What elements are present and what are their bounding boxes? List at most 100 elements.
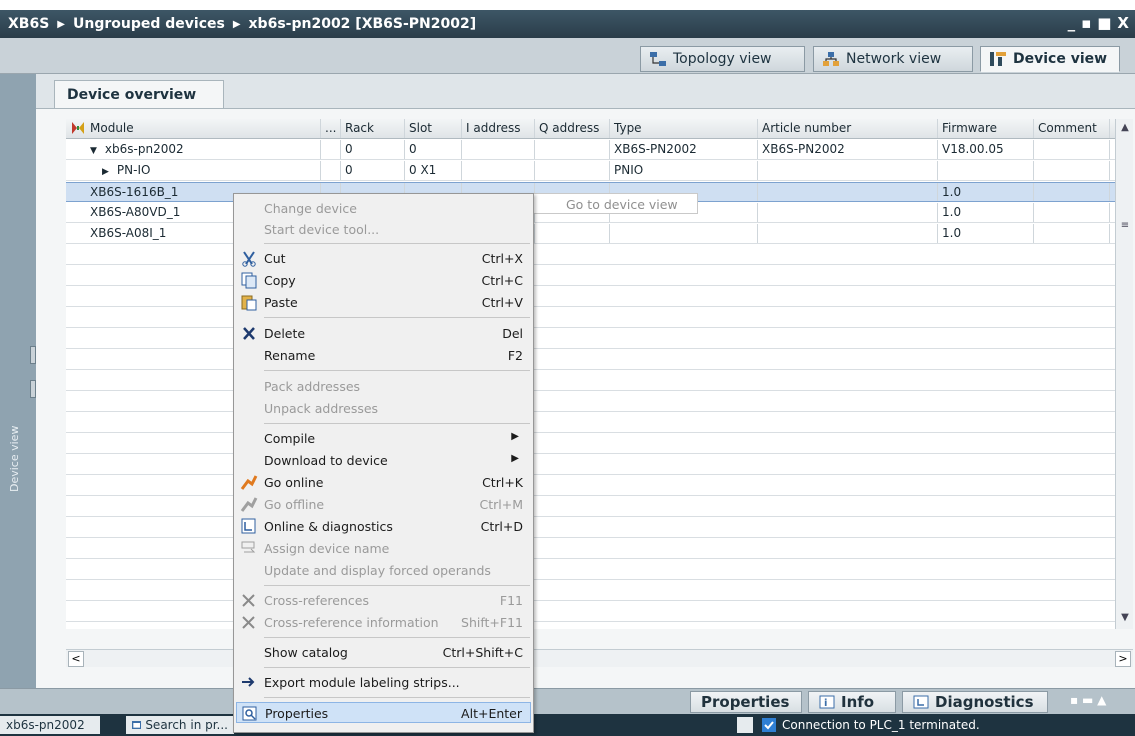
empty-row: [66, 287, 1133, 307]
checkmark-icon: [762, 718, 776, 732]
rack-value: 0: [341, 140, 405, 159]
column-header-module[interactable]: Module: [66, 119, 321, 138]
slot-value: 0 X1: [405, 161, 462, 180]
menu-item-online-diagnostics[interactable]: Online & diagnostics Ctrl+D: [236, 516, 531, 537]
comment-value: [1034, 140, 1110, 159]
menu-item-unpack-addresses[interactable]: Unpack addresses: [236, 398, 531, 419]
status-message: Connection to PLC_1 terminated.: [762, 716, 980, 734]
empty-row: [66, 476, 1133, 496]
expand-arrow-icon[interactable]: ▼: [90, 146, 97, 156]
tab-label: Info: [841, 693, 875, 711]
menu-item-change-device[interactable]: Change device: [236, 198, 531, 219]
firmware-value: [938, 161, 1034, 180]
menu-item-cut[interactable]: Cut Ctrl+X: [236, 248, 531, 269]
menu-item-cross-reference-information[interactable]: Cross-reference information Shift+F11: [236, 612, 531, 633]
device-icon: [990, 52, 1006, 66]
side-strip-label: Device view: [8, 425, 21, 493]
menu-item-copy[interactable]: Copy Ctrl+C: [236, 270, 531, 291]
vertical-scrollbar[interactable]: ▲ ≡ ▼: [1115, 119, 1133, 629]
firmware-value: V18.00.05: [938, 140, 1034, 159]
menu-item-export-labeling-strips[interactable]: Export module labeling strips...: [236, 672, 531, 693]
breadcrumb-item-device[interactable]: xb6s-pn2002 [XB6S-PN2002]: [249, 16, 477, 32]
delete-icon: [243, 327, 255, 340]
close-button[interactable]: X: [1117, 14, 1129, 32]
column-header-type[interactable]: Type: [610, 119, 758, 138]
horizontal-scrollbar[interactable]: < >: [66, 649, 1133, 667]
minimize-button[interactable]: _: [1068, 14, 1076, 32]
status-search-tab[interactable]: Search in pr...: [126, 716, 234, 734]
empty-row: [66, 602, 1133, 622]
module-name: XB6S-A08I_1: [90, 226, 167, 240]
column-header-firmware[interactable]: Firmware: [938, 119, 1034, 138]
column-header-more[interactable]: ...: [321, 119, 341, 138]
tab-device-overview[interactable]: Device overview: [54, 80, 224, 108]
table-row[interactable]: ▼ xb6s-pn2002 0 0 XB6S-PN2002 XB6S-PN2002…: [66, 140, 1133, 160]
diagnostics-icon: [241, 518, 256, 534]
comment-value: [1034, 203, 1110, 222]
menu-item-pack-addresses[interactable]: Pack addresses: [236, 376, 531, 397]
status-console-icon[interactable]: [737, 717, 753, 733]
tab-info[interactable]: i Info: [808, 691, 896, 713]
context-menu: Change device Start device tool... Cut C…: [233, 193, 534, 733]
paste-icon: [241, 295, 257, 311]
menu-item-show-catalog[interactable]: Show catalog Ctrl+Shift+C: [236, 642, 531, 663]
menu-separator: [264, 423, 530, 424]
menu-item-properties[interactable]: Properties Alt+Enter: [236, 702, 531, 723]
menu-item-cross-references[interactable]: Cross-references F11: [236, 590, 531, 611]
article-number-value: [758, 161, 938, 180]
shortcut-label: Ctrl+Shift+C: [442, 645, 523, 660]
diagnostics-icon: [913, 695, 929, 709]
column-header-i-address[interactable]: I address: [462, 119, 535, 138]
maximize-button[interactable]: ■: [1097, 14, 1111, 32]
restore-button[interactable]: ▪: [1081, 14, 1091, 32]
inspector-tabs-bar: Properties i Info Diagnostics ▪ ▬ ▲: [0, 688, 1135, 714]
scroll-left-icon[interactable]: <: [68, 651, 84, 667]
info-icon: i: [819, 695, 835, 709]
device-overview-panel: Device overview Module ... Rack Slot I a…: [36, 74, 1135, 688]
empty-row: [66, 350, 1133, 370]
column-header-q-address[interactable]: Q address: [535, 119, 610, 138]
expand-arrow-icon[interactable]: ▶: [102, 167, 109, 177]
shortcut-label: Ctrl+V: [481, 295, 523, 310]
scroll-right-icon[interactable]: >: [1115, 651, 1131, 667]
scroll-up-icon[interactable]: ▲: [1118, 121, 1132, 135]
tab-diagnostics[interactable]: Diagnostics: [902, 691, 1048, 713]
menu-separator: [264, 243, 530, 244]
scroll-grip-icon[interactable]: ≡: [1118, 219, 1132, 233]
menu-item-paste[interactable]: Paste Ctrl+V: [236, 292, 531, 313]
device-view-side-strip[interactable]: Device view: [0, 74, 36, 688]
tab-properties[interactable]: Properties: [690, 691, 802, 713]
tab-topology-view[interactable]: Topology view: [640, 46, 805, 72]
tab-network-view[interactable]: Network view: [813, 46, 973, 72]
menu-item-download-to-device[interactable]: Download to device ▶: [236, 450, 531, 471]
scroll-down-icon[interactable]: ▼: [1118, 611, 1132, 625]
shortcut-label: Ctrl+C: [481, 273, 523, 288]
breadcrumb-item-project[interactable]: XB6S: [8, 16, 49, 32]
module-name: PN-IO: [116, 163, 151, 177]
panel-controls-icon[interactable]: ▪ ▬ ▲: [1070, 693, 1106, 707]
window-controls: _ ▪ ■ X: [1068, 14, 1129, 32]
menu-item-go-offline[interactable]: Go offline Ctrl+M: [236, 494, 531, 515]
menu-item-update-forced-operands[interactable]: Update and display forced operands: [236, 560, 531, 581]
menu-item-delete[interactable]: Delete Del: [236, 323, 531, 344]
shortcut-label: Ctrl+K: [482, 475, 523, 490]
column-header-rack[interactable]: Rack: [341, 119, 405, 138]
breadcrumb-item-group[interactable]: Ungrouped devices: [73, 16, 225, 32]
status-device-tab[interactable]: xb6s-pn2002: [0, 716, 100, 734]
menu-item-assign-device-name[interactable]: Assign device name: [236, 538, 531, 559]
table-row[interactable]: XB6S-A08I_1 1.0: [66, 224, 1133, 244]
article-number-value: [758, 224, 938, 243]
menu-item-rename[interactable]: Rename F2: [236, 345, 531, 366]
search-window-icon: [132, 721, 142, 729]
column-header-article-number[interactable]: Article number: [758, 119, 938, 138]
table-row[interactable]: ▶ PN-IO 0 0 X1 PNIO: [66, 161, 1133, 181]
menu-item-go-online[interactable]: Go online Ctrl+K: [236, 472, 531, 493]
menu-item-compile[interactable]: Compile ▶: [236, 428, 531, 449]
tab-label: Diagnostics: [935, 693, 1034, 711]
column-header-slot[interactable]: Slot: [405, 119, 462, 138]
tab-device-view[interactable]: Device view: [980, 46, 1120, 72]
empty-row: [66, 308, 1133, 328]
empty-row: [66, 497, 1133, 517]
column-header-comment[interactable]: Comment: [1034, 119, 1110, 138]
menu-item-start-device-tool[interactable]: Start device tool...: [236, 219, 531, 240]
